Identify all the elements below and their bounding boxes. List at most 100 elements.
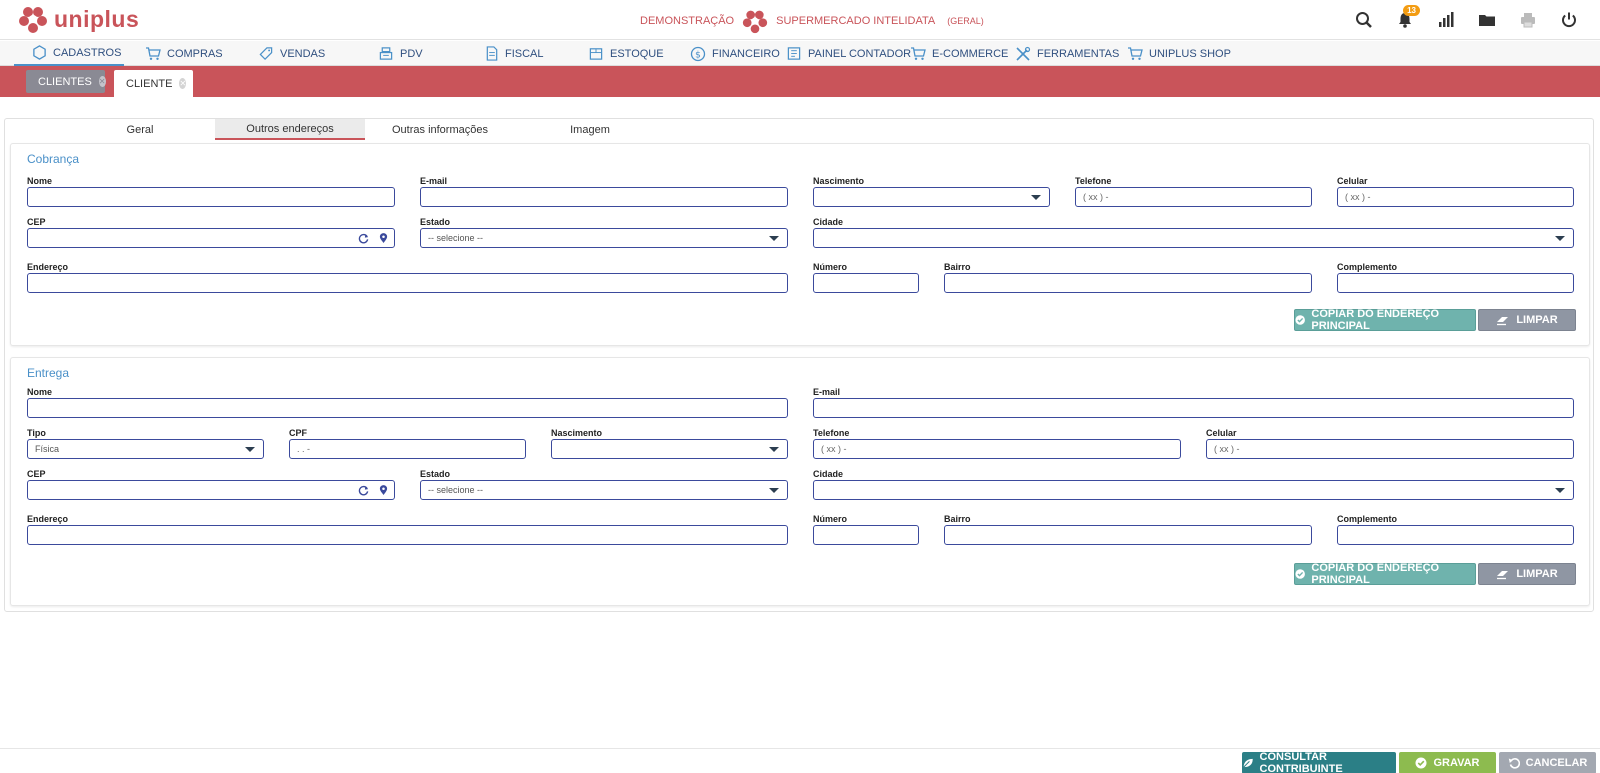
menu-item-ferramentas[interactable]: FERRAMENTAS: [1015, 41, 1119, 66]
tab-clientes[interactable]: CLIENTES ✕: [26, 70, 106, 93]
entrega-clear-button[interactable]: LIMPAR: [1478, 563, 1576, 585]
cobranca-clear-button[interactable]: LIMPAR: [1478, 309, 1576, 331]
subtab-geral[interactable]: Geral: [65, 119, 215, 140]
top-icons: 13: [1346, 5, 1586, 34]
map-pin-icon[interactable]: [379, 485, 388, 496]
tools-icon: [1016, 46, 1031, 61]
entrega-bairro-input[interactable]: [944, 525, 1312, 545]
undo-icon: [1508, 758, 1520, 769]
cobranca-numero-input[interactable]: [813, 273, 919, 293]
company-info[interactable]: DEMONSTRAÇÃO SUPERMERCADO INTELIDATA (GE…: [640, 8, 984, 34]
entrega-cidade-select[interactable]: [813, 480, 1574, 500]
search-button[interactable]: [1346, 6, 1381, 34]
brand-logo[interactable]: uniplus: [18, 4, 139, 34]
tab-cliente[interactable]: CLIENTE ✕: [114, 70, 193, 97]
reports-button[interactable]: [1428, 6, 1463, 34]
entrega-nascimento-datepicker[interactable]: [551, 439, 788, 459]
menu-item-painel-contador[interactable]: PAINEL CONTADOR: [786, 41, 911, 66]
cobranca-copy-main-address-button[interactable]: COPIAR DO ENDEREÇO PRINCIPAL: [1294, 308, 1476, 332]
brand-name: uniplus: [54, 5, 140, 32]
entrega-tipo-select[interactable]: Física: [27, 439, 264, 459]
entrega-cpf-input[interactable]: . . -: [289, 439, 526, 459]
cart-icon: [1128, 47, 1143, 60]
gravar-button[interactable]: GRAVAR: [1399, 752, 1496, 773]
cobranca-cidade-select[interactable]: [813, 228, 1574, 248]
label-estado: Estado: [420, 469, 451, 479]
subtab-outros-enderecos[interactable]: Outros endereços: [215, 119, 365, 140]
entrega-estado-select[interactable]: -- selecione --: [420, 480, 788, 500]
cobranca-estado-select[interactable]: -- selecione --: [420, 228, 788, 248]
section-entrega: Entrega Nome E-mail Tipo Física CPF . . …: [10, 357, 1590, 606]
entrega-telefone-input[interactable]: ( xx ) -: [813, 439, 1181, 459]
menu-item-fiscal[interactable]: FISCAL: [485, 41, 544, 66]
label-bairro: Bairro: [944, 262, 971, 272]
cobranca-complemento-input[interactable]: [1337, 273, 1574, 293]
power-icon: [1561, 12, 1576, 28]
cobranca-nome-input[interactable]: [27, 187, 395, 207]
check-circle-icon: [1295, 569, 1305, 579]
label-numero: Número: [813, 514, 848, 524]
uniplus-logo-icon: [19, 7, 47, 33]
logout-button[interactable]: [1551, 6, 1586, 34]
form-panel: Geral Outros endereços Outras informaçõe…: [4, 118, 1594, 612]
label-cep: CEP: [27, 469, 46, 479]
subtab-outras-informacoes[interactable]: Outras informações: [365, 119, 515, 140]
entrega-nome-input[interactable]: [27, 398, 788, 418]
label-celular: Celular: [1337, 176, 1368, 186]
section-title: Entrega: [27, 366, 70, 380]
entrega-email-input[interactable]: [813, 398, 1574, 418]
menu-item-financeiro[interactable]: $ FINANCEIRO: [690, 41, 780, 66]
notifications-button[interactable]: 13: [1387, 5, 1422, 34]
cobranca-endereco-input[interactable]: [27, 273, 788, 293]
box-icon: [589, 48, 603, 60]
label-complemento: Complemento: [1337, 262, 1398, 272]
refresh-icon[interactable]: [358, 485, 369, 496]
cobranca-nascimento-datepicker[interactable]: [813, 187, 1050, 207]
document-tabs: CLIENTES ✕ CLIENTE ✕: [0, 66, 1600, 97]
cobranca-telefone-input[interactable]: ( xx ) -: [1075, 187, 1312, 207]
cobranca-celular-input[interactable]: ( xx ) -: [1337, 187, 1574, 207]
label-cidade: Cidade: [813, 469, 844, 479]
menu-item-compras[interactable]: COMPRAS: [145, 41, 223, 66]
consultar-contribuinte-button[interactable]: CONSULTAR CONTRIBUINTE: [1242, 751, 1396, 773]
print-button[interactable]: [1510, 6, 1545, 34]
document-icon: [486, 46, 498, 61]
menu-item-e-commerce[interactable]: E-COMMERCE: [910, 41, 1008, 66]
cobranca-email-input[interactable]: [420, 187, 788, 207]
cobranca-cep-input[interactable]: [27, 228, 395, 248]
menu-item-pdv[interactable]: PDV: [378, 41, 423, 66]
chevron-down-icon: [769, 447, 779, 452]
top-bar: uniplus DEMONSTRAÇÃO SUPERMERCADO INTELI…: [0, 0, 1600, 40]
close-icon[interactable]: ✕: [179, 78, 187, 89]
label-complemento: Complemento: [1337, 514, 1398, 524]
folder-icon: [1478, 15, 1495, 26]
entrega-celular-input[interactable]: ( xx ) -: [1206, 439, 1574, 459]
menu-item-uniplus-shop[interactable]: UNIPLUS SHOP: [1127, 41, 1231, 66]
entrega-copy-main-address-button[interactable]: COPIAR DO ENDEREÇO PRINCIPAL: [1294, 562, 1476, 586]
cart-icon: [146, 47, 161, 60]
label-telefone: Telefone: [1075, 176, 1112, 186]
close-icon[interactable]: ✕: [98, 76, 106, 87]
main-menu: CADASTROS COMPRAS VENDAS PDV FISCAL ESTO…: [0, 41, 1600, 66]
entrega-cep-input[interactable]: [27, 480, 395, 500]
chevron-down-icon: [1031, 195, 1041, 200]
search-icon: [1355, 12, 1372, 28]
refresh-icon[interactable]: [358, 233, 369, 244]
subtab-imagem[interactable]: Imagem: [515, 119, 665, 140]
cancelar-button[interactable]: CANCELAR: [1499, 752, 1596, 773]
cobranca-bairro-input[interactable]: [944, 273, 1312, 293]
entrega-endereco-input[interactable]: [27, 525, 788, 545]
menu-item-vendas[interactable]: VENDAS: [258, 41, 325, 66]
svg-text:$: $: [695, 50, 701, 60]
files-button[interactable]: [1469, 6, 1504, 34]
menu-item-estoque[interactable]: ESTOQUE: [588, 41, 664, 66]
chevron-down-icon: [1555, 236, 1565, 241]
footer-actions: CONSULTAR CONTRIBUINTE GRAVAR CANCELAR: [0, 748, 1600, 773]
eraser-icon: [1497, 570, 1509, 579]
company-scope: (GERAL): [947, 16, 984, 26]
entrega-numero-input[interactable]: [813, 525, 919, 545]
label-cidade: Cidade: [813, 217, 844, 227]
menu-item-cadastros[interactable]: CADASTROS: [14, 41, 124, 66]
map-pin-icon[interactable]: [379, 233, 388, 244]
entrega-complemento-input[interactable]: [1337, 525, 1574, 545]
